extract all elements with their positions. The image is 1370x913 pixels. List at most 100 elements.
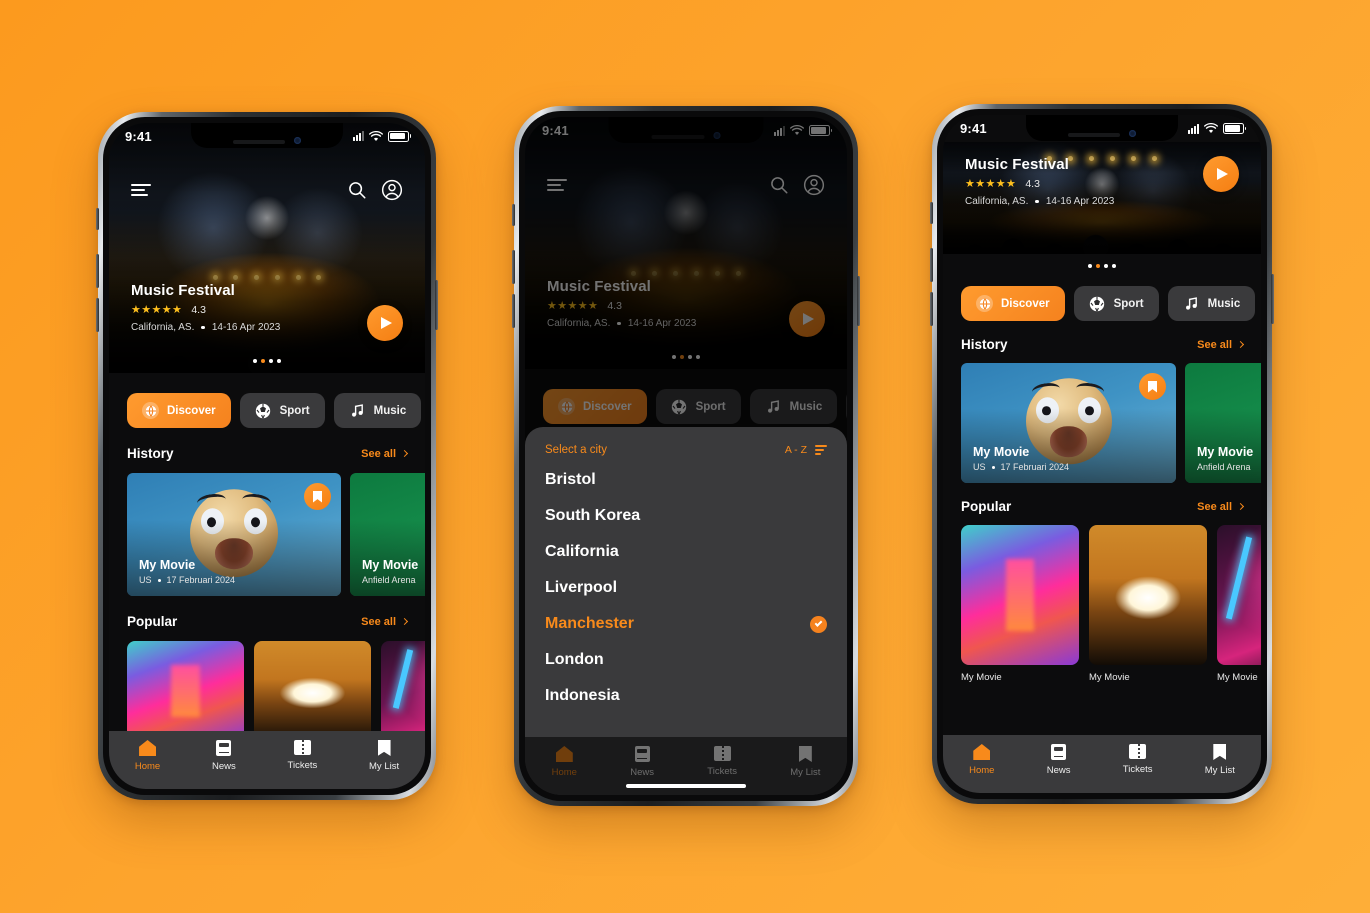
- see-all-label: See all: [361, 615, 396, 628]
- volume-up-button[interactable]: [512, 250, 515, 284]
- tab-news[interactable]: News: [1047, 744, 1071, 776]
- category-chip-row[interactable]: Discover Sport Music: [109, 373, 425, 428]
- bottom-tab-bar[interactable]: Home News Tickets My List: [109, 731, 425, 789]
- globe-icon: [976, 295, 993, 312]
- cellular-signal-icon: [353, 131, 364, 141]
- hero-play-button[interactable]: [367, 305, 403, 341]
- mute-switch[interactable]: [512, 204, 515, 226]
- bookmark-icon: [313, 490, 322, 503]
- power-button[interactable]: [435, 280, 438, 330]
- popular-card-row[interactable]: [109, 629, 425, 741]
- popular-card[interactable]: [381, 641, 425, 741]
- play-icon: [1217, 168, 1228, 180]
- carousel-pagination[interactable]: [109, 359, 425, 363]
- bookmark-button[interactable]: [304, 483, 331, 510]
- card-venue: Anfield Arena: [362, 575, 416, 585]
- hero-banner[interactable]: Music Festival ★★★★★ 4.3 California, AS.…: [109, 123, 425, 373]
- power-button[interactable]: [1271, 274, 1274, 324]
- bookmark-button[interactable]: [1139, 373, 1166, 400]
- mute-switch[interactable]: [930, 202, 933, 224]
- city-list[interactable]: Bristol South Korea California Liverpool…: [525, 462, 847, 714]
- city-item-london[interactable]: London: [545, 642, 827, 678]
- history-card-row[interactable]: My Movie US 17 Februari 2024 My Movie An…: [943, 352, 1261, 483]
- carousel-pagination[interactable]: [943, 264, 1261, 268]
- hamburger-menu-icon[interactable]: [131, 184, 151, 196]
- history-card[interactable]: My Movie US 17 Februari 2024: [127, 473, 341, 596]
- tab-my-list[interactable]: My List: [1205, 744, 1235, 776]
- tab-tickets[interactable]: Tickets: [287, 740, 318, 771]
- card-separator-dot: [991, 465, 995, 469]
- tab-label: Tickets: [287, 760, 318, 771]
- city-picker-sheet[interactable]: Select a city A - Z Bristol South Korea …: [525, 427, 847, 737]
- battery-icon: [1223, 123, 1246, 134]
- wifi-icon: [369, 130, 383, 141]
- see-all-popular-button[interactable]: See all: [361, 615, 409, 628]
- city-item-south-korea[interactable]: South Korea: [545, 498, 827, 534]
- tab-home[interactable]: Home: [135, 740, 160, 772]
- popular-card-row[interactable]: My Movie My Movie My Movie: [943, 514, 1261, 683]
- chip-label: Sport: [1113, 297, 1144, 310]
- chip-discover[interactable]: Discover: [127, 393, 231, 428]
- chip-sport[interactable]: Sport: [239, 393, 325, 428]
- popular-card[interactable]: [127, 641, 244, 741]
- tab-news[interactable]: News: [212, 740, 236, 772]
- category-chip-row[interactable]: Discover Sport Music: [943, 268, 1261, 321]
- search-icon[interactable]: [347, 180, 367, 200]
- popular-card[interactable]: [254, 641, 371, 741]
- tab-label: Home: [969, 765, 995, 776]
- bottom-tab-bar[interactable]: Home News Tickets My List: [943, 735, 1261, 793]
- section-header-popular: Popular See all: [109, 596, 425, 629]
- meta-separator-dot: [201, 325, 205, 330]
- phone-bezel: 9:41 Music Festival ★★★★★ 4.3 California…: [937, 109, 1267, 799]
- city-item-liverpool[interactable]: Liverpool: [545, 570, 827, 606]
- hero-info: Music Festival ★★★★★ 4.3 California, AS.…: [965, 156, 1114, 207]
- history-card[interactable]: My Movie Anfield Arena: [1185, 363, 1261, 483]
- volume-down-button[interactable]: [512, 294, 515, 328]
- volume-down-button[interactable]: [96, 298, 99, 332]
- see-all-history-button[interactable]: See all: [361, 448, 409, 460]
- chip-music[interactable]: Music: [333, 393, 422, 428]
- chip-music[interactable]: Music: [1167, 286, 1256, 321]
- history-card[interactable]: My Movie Anfield Arena: [350, 473, 425, 596]
- city-item-indonesia[interactable]: Indonesia: [545, 678, 827, 714]
- earpiece-speaker: [233, 140, 285, 144]
- see-all-history-button[interactable]: See all: [1197, 339, 1245, 351]
- mute-switch[interactable]: [96, 208, 99, 230]
- account-avatar-icon[interactable]: [381, 179, 403, 201]
- news-icon: [1051, 744, 1067, 760]
- chip-sport[interactable]: Sport: [1073, 286, 1159, 321]
- chip-discover[interactable]: Discover: [961, 286, 1065, 321]
- popular-card[interactable]: My Movie: [961, 525, 1079, 683]
- city-name: South Korea: [545, 507, 641, 524]
- section-title: Popular: [127, 614, 178, 629]
- hero-banner-cropped[interactable]: Music Festival ★★★★★ 4.3 California, AS.…: [943, 142, 1261, 254]
- see-all-popular-button[interactable]: See all: [1197, 501, 1245, 513]
- home-indicator: [626, 784, 746, 788]
- front-camera: [293, 137, 301, 144]
- screen-city-picker: 9:41: [525, 117, 847, 795]
- tab-my-list[interactable]: My List: [369, 740, 399, 772]
- chip-label: Music: [373, 404, 407, 417]
- volume-up-button[interactable]: [96, 254, 99, 288]
- card-venue: Anfield Arena: [1197, 462, 1251, 472]
- popular-card[interactable]: My Movie: [1089, 525, 1207, 683]
- city-item-california[interactable]: California: [545, 534, 827, 570]
- sort-az-button[interactable]: A - Z: [785, 444, 827, 456]
- history-card[interactable]: My Movie US 17 Februari 2024: [961, 363, 1176, 483]
- volume-down-button[interactable]: [930, 292, 933, 326]
- city-item-manchester[interactable]: Manchester: [545, 606, 827, 642]
- volume-up-button[interactable]: [930, 248, 933, 282]
- music-note-icon: [1183, 295, 1200, 312]
- hero-play-button[interactable]: [1203, 156, 1239, 192]
- hero-date: 14-16 Apr 2023: [211, 322, 281, 333]
- tab-tickets[interactable]: Tickets: [1123, 744, 1153, 775]
- city-item-bristol[interactable]: Bristol: [545, 462, 827, 498]
- popular-card[interactable]: My Movie: [1217, 525, 1261, 683]
- sort-label: A - Z: [784, 444, 807, 456]
- tab-home[interactable]: Home: [969, 744, 994, 776]
- chip-label: Music: [1207, 297, 1241, 310]
- chevron-right-icon: [400, 617, 409, 626]
- power-button[interactable]: [857, 276, 860, 326]
- card-title: My Movie: [1197, 445, 1254, 459]
- history-card-row[interactable]: My Movie US 17 Februari 2024 My Movie An…: [109, 461, 425, 596]
